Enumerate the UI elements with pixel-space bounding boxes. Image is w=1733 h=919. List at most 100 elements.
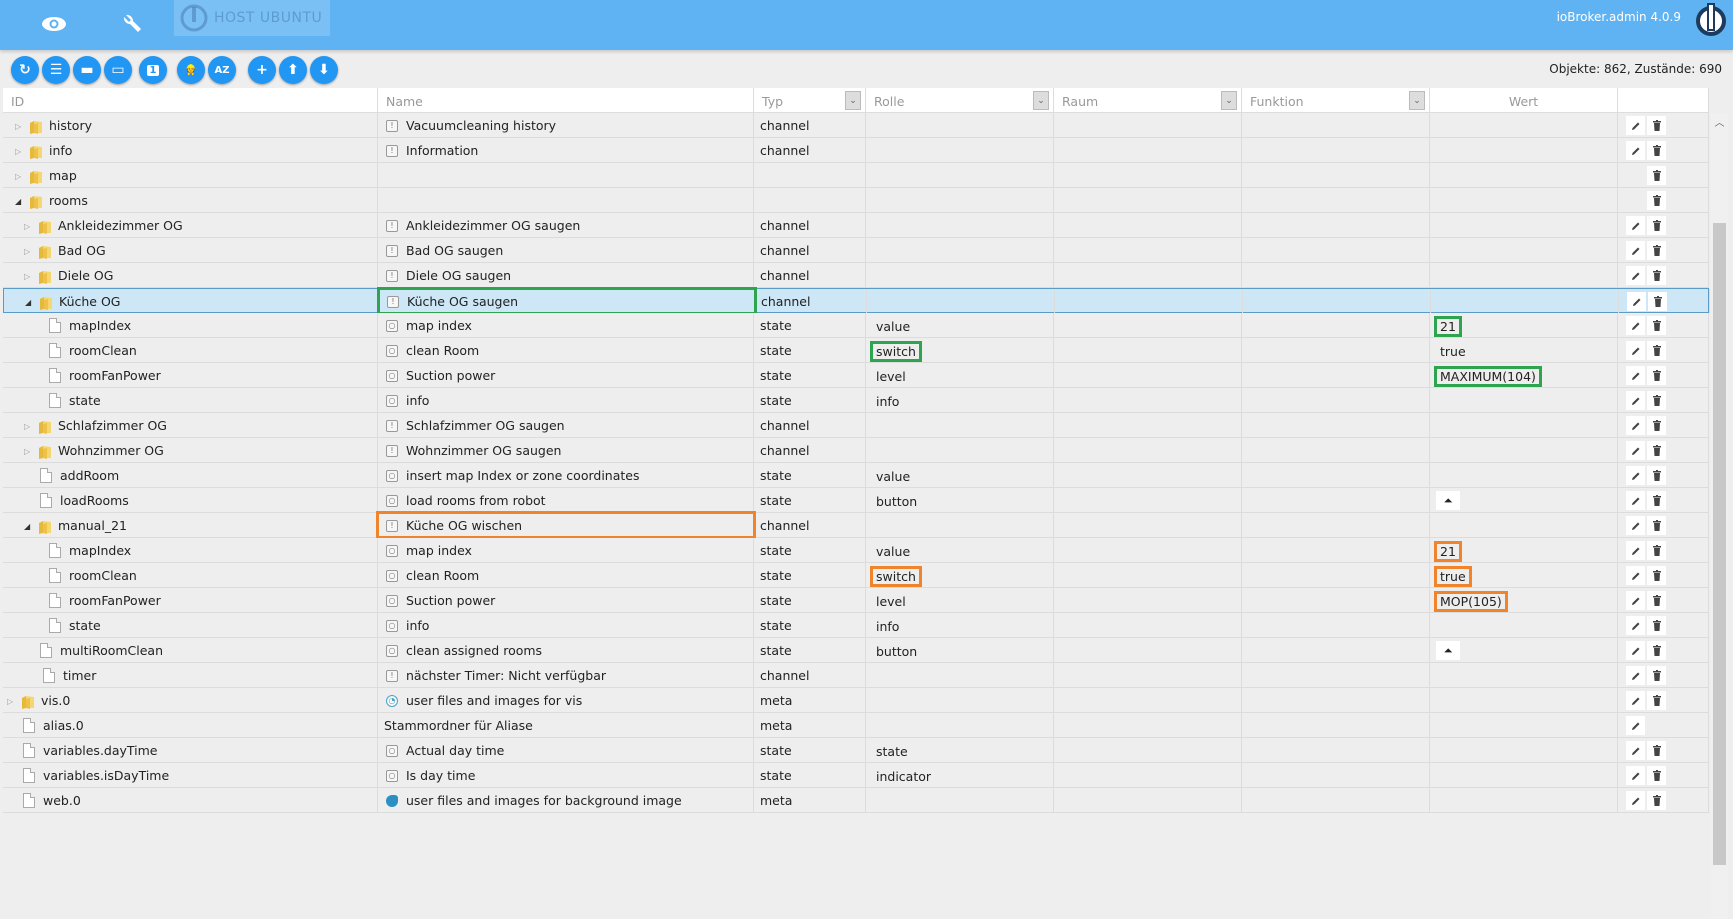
delete-button[interactable] [1647,191,1666,210]
object-value[interactable]: 21 [1434,541,1462,562]
delete-button[interactable] [1647,591,1666,610]
delete-button[interactable] [1647,466,1666,485]
edit-button[interactable] [1626,566,1645,585]
edit-button[interactable] [1626,616,1645,635]
table-row[interactable]: mapIndex ○ map index state value 21 [3,538,1709,563]
delete-button[interactable] [1647,341,1666,360]
table-row[interactable]: timer! nächster Timer: Nicht verfügbar cha… [3,663,1709,688]
delete-button[interactable] [1647,141,1666,160]
table-row[interactable]: ◢ manual_21! Küche OG wischen channel [3,511,1709,539]
value-cell[interactable] [1431,289,1619,313]
delete-button[interactable] [1647,416,1666,435]
collapse-toggle-icon[interactable]: ◢ [24,522,34,531]
vertical-scrollbar[interactable]: ︿ [1711,113,1728,919]
value-cell[interactable] [1430,238,1618,262]
delete-button[interactable] [1647,666,1666,685]
delete-button[interactable] [1647,166,1666,185]
value-cell[interactable] [1430,138,1618,162]
table-row[interactable]: roomClean ○ clean Room state switch true [3,563,1709,588]
delete-button[interactable] [1647,766,1666,785]
object-value[interactable]: 21 [1434,316,1462,337]
delete-button[interactable] [1647,266,1666,285]
delete-button[interactable] [1647,316,1666,335]
table-row[interactable]: roomClean ○ clean Room state switch true [3,338,1709,363]
raum-filter-dropdown[interactable]: ⌄ [1221,91,1237,110]
funktion-filter-dropdown[interactable]: ⌄ [1409,91,1425,110]
edit-button[interactable] [1626,241,1645,260]
value-cell[interactable]: 21 [1430,313,1618,337]
table-row[interactable]: web.0 user files and images for backgroun… [3,788,1709,813]
delete-button[interactable] [1647,791,1666,810]
value-cell[interactable] [1430,738,1618,762]
edit-button[interactable] [1626,491,1645,510]
value-cell[interactable] [1430,763,1618,787]
delete-button[interactable] [1647,516,1666,535]
edit-button[interactable] [1626,541,1645,560]
edit-button[interactable] [1626,666,1645,685]
delete-button[interactable] [1647,616,1666,635]
edit-button[interactable] [1626,416,1645,435]
table-row[interactable]: variables.isDayTime ○ Is day time state indi… [3,763,1709,788]
sort-az-button[interactable]: AZ [208,56,236,84]
edit-button[interactable] [1626,341,1645,360]
eye-icon[interactable] [36,6,72,42]
value-cell[interactable]: ⏶ [1430,638,1618,662]
edit-button[interactable] [1626,216,1645,235]
table-row[interactable]: state ○ info state info [3,388,1709,413]
value-cell[interactable] [1430,213,1618,237]
value-cell[interactable] [1430,663,1618,687]
expert-mode-button[interactable]: 👷 [177,56,205,84]
table-row[interactable]: alias.0 Stammordner für Aliase meta [3,713,1709,738]
press-button-icon[interactable]: ⏶ [1436,640,1460,660]
delete-button[interactable] [1647,216,1666,235]
expand-toggle-icon[interactable]: ▷ [24,222,34,231]
table-row[interactable]: roomFanPower ○ Suction power state level MAXI… [3,363,1709,388]
delete-button[interactable] [1647,641,1666,660]
value-cell[interactable]: ⏶ [1430,488,1618,512]
value-cell[interactable] [1430,113,1618,137]
edit-button[interactable] [1626,266,1645,285]
table-row[interactable]: ▷ Ankleidezimmer OG! Ankleidezimmer OG sau… [3,213,1709,238]
value-cell[interactable]: 21 [1430,538,1618,562]
value-cell[interactable] [1430,188,1618,212]
table-row[interactable]: state ○ info state info [3,613,1709,638]
table-row[interactable]: ◢ Küche OG! Küche OG saugen channel [3,287,1710,315]
collapse-toggle-icon[interactable]: ◢ [15,197,25,206]
expand-toggle-icon[interactable]: ▷ [15,147,25,156]
expand-toggle-icon[interactable]: ▷ [24,272,34,281]
delete-button[interactable] [1647,366,1666,385]
object-value[interactable]: MOP(105) [1434,591,1508,612]
edit-button[interactable] [1626,391,1645,410]
column-header-id[interactable]: ID [3,88,378,113]
rolle-filter-dropdown[interactable]: ⌄ [1033,91,1049,110]
refresh-button[interactable]: ↻ [11,56,39,84]
value-cell[interactable] [1430,788,1618,812]
expand-toggle-icon[interactable]: ▷ [7,697,17,706]
table-row[interactable]: ◢ rooms [3,188,1709,213]
edit-button[interactable] [1626,716,1645,735]
delete-button[interactable] [1647,741,1666,760]
scrollbar-thumb[interactable] [1713,223,1726,865]
expand-toggle-icon[interactable]: ▷ [24,247,34,256]
table-row[interactable]: ▷ map [3,163,1709,188]
wrench-icon[interactable] [114,6,150,42]
value-cell[interactable] [1430,688,1618,712]
list-view-button[interactable]: ☰ [42,56,70,84]
table-row[interactable]: roomFanPower ○ Suction power state level MOP(… [3,588,1709,613]
value-cell[interactable]: MOP(105) [1430,588,1618,612]
value-cell[interactable] [1430,163,1618,187]
edit-button[interactable] [1626,641,1645,660]
table-row[interactable]: loadRooms ○ load rooms from robot state butt… [3,488,1709,513]
expand-toggle-icon[interactable]: ▷ [15,172,25,181]
value-cell[interactable] [1430,438,1618,462]
value-cell[interactable]: MAXIMUM(104) [1430,363,1618,387]
edit-button[interactable] [1626,791,1645,810]
column-header-name[interactable]: Name [378,88,754,113]
delete-button[interactable] [1647,691,1666,710]
edit-button[interactable] [1626,741,1645,760]
table-row[interactable]: addRoom ○ insert map Index or zone coordin… [3,463,1709,488]
edit-button[interactable] [1626,441,1645,460]
edit-button[interactable] [1626,466,1645,485]
object-value[interactable]: true [1436,343,1470,360]
edit-button[interactable] [1626,116,1645,135]
